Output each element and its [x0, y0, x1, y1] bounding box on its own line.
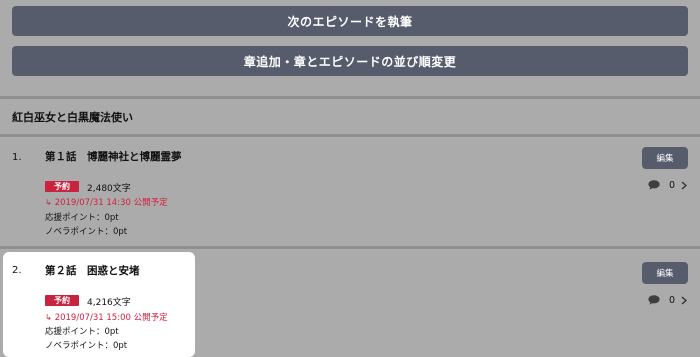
novel-points: ノベラポイント：0pt [45, 227, 128, 237]
schedule-arrow-icon: ↳ [45, 198, 52, 207]
reorder-chapters-button[interactable]: 章追加・章とエピソードの並び順変更 [12, 46, 688, 76]
support-points: 応援ポイント：0pt [45, 327, 119, 337]
divider [0, 96, 700, 99]
reserved-badge: 予約 [45, 295, 79, 306]
write-next-episode-button[interactable]: 次のエピソードを執筆 [12, 6, 688, 36]
story-title: 紅白巫女と白黒魔法使い [12, 111, 133, 124]
edit-button[interactable]: 編集 [642, 147, 688, 169]
speech-bubble-icon [648, 295, 660, 305]
edit-button[interactable]: 編集 [642, 262, 688, 284]
novel-points: ノベラポイント：0pt [45, 341, 128, 351]
episode-item: 2. 第２話 困惑と安堵 予約 4,216文字 ↳ 2019/07/31 15:0… [0, 252, 700, 357]
chevron-right-icon [681, 180, 688, 190]
char-count: 4,216文字 [87, 298, 131, 308]
speech-bubble-icon [648, 180, 660, 190]
schedule-arrow-icon: ↳ [45, 313, 52, 322]
episode-number: 2. [12, 265, 22, 276]
comments-link[interactable]: 0 [648, 179, 688, 191]
episode-item: 1. 第１話 博麗神社と博麗霊夢 予約 2,480文字 ↳ 2019/07/31 … [0, 137, 700, 246]
comment-count: 0 [669, 294, 676, 306]
schedule-text: 2019/07/31 14:30 公開予定 [54, 198, 168, 208]
support-points: 応援ポイント：0pt [45, 213, 119, 223]
episode-number: 1. [12, 152, 22, 163]
schedule-text: 2019/07/31 15:00 公開予定 [54, 313, 168, 323]
chevron-right-icon [681, 295, 688, 305]
publish-schedule: ↳ 2019/07/31 15:00 公開予定 [45, 311, 168, 323]
comment-count: 0 [669, 179, 676, 191]
episode-title-link[interactable]: 第１話 博麗神社と博麗霊夢 [45, 149, 182, 164]
char-count: 2,480文字 [87, 184, 131, 194]
episode-title-link[interactable]: 第２話 困惑と安堵 [45, 263, 140, 278]
divider [0, 246, 700, 249]
publish-schedule: ↳ 2019/07/31 14:30 公開予定 [45, 196, 168, 208]
comments-link[interactable]: 0 [648, 294, 688, 306]
reserved-badge: 予約 [45, 181, 79, 192]
